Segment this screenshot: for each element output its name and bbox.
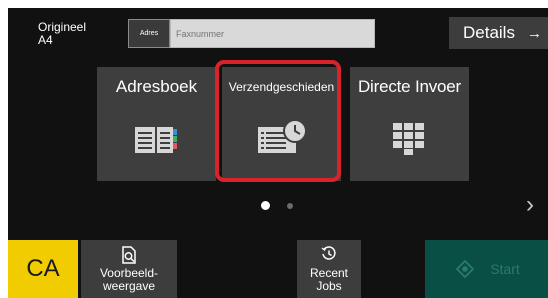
- address-button[interactable]: Adres: [128, 19, 170, 48]
- arrow-right-icon: →: [526, 24, 542, 42]
- history-clock-icon: [321, 246, 336, 260]
- send-history-tile[interactable]: Verzendgeschieden: [222, 67, 341, 181]
- chevron-right-icon[interactable]: ›: [518, 190, 542, 220]
- book-icon: [135, 127, 177, 153]
- original-size-indicator[interactable]: Origineel A4: [38, 21, 86, 47]
- preview-icon: [122, 246, 136, 264]
- details-label: Details: [463, 23, 515, 42]
- page-dot-active[interactable]: [261, 201, 270, 210]
- preview-button[interactable]: Voorbeeld- weergave: [81, 240, 177, 298]
- direct-input-tile[interactable]: Directe Invoer: [350, 67, 469, 181]
- send-history-label: Verzendgeschieden: [228, 80, 335, 94]
- original-size: A4: [38, 33, 53, 47]
- direct-input-label: Directe Invoer: [357, 77, 462, 96]
- addressbook-tile[interactable]: Adresboek: [97, 67, 216, 181]
- clear-all-button[interactable]: CA: [8, 240, 78, 298]
- preview-label: Voorbeeld- weergave: [81, 267, 177, 293]
- start-button[interactable]: Start: [425, 240, 548, 298]
- keypad-icon: [393, 123, 424, 155]
- page-indicator: [261, 201, 293, 210]
- page-dot[interactable]: [287, 202, 293, 209]
- recent-jobs-label-line2: Jobs: [316, 279, 342, 293]
- start-label: Start: [490, 261, 520, 277]
- fax-screen: Origineel A4 Adres Details → Adresboek V…: [8, 8, 548, 298]
- addressbook-label: Adresboek: [115, 77, 198, 96]
- fax-number-input[interactable]: [170, 19, 375, 48]
- start-diamond-icon: [456, 260, 475, 278]
- details-button[interactable]: Details →: [449, 17, 548, 49]
- preview-label-line2: weergave: [102, 279, 156, 293]
- recent-jobs-button[interactable]: Recent Jobs: [297, 240, 361, 298]
- fax-address-bar: Adres: [128, 19, 375, 48]
- recent-jobs-label: Recent Jobs: [297, 267, 361, 293]
- history-list-clock-icon: [258, 119, 307, 153]
